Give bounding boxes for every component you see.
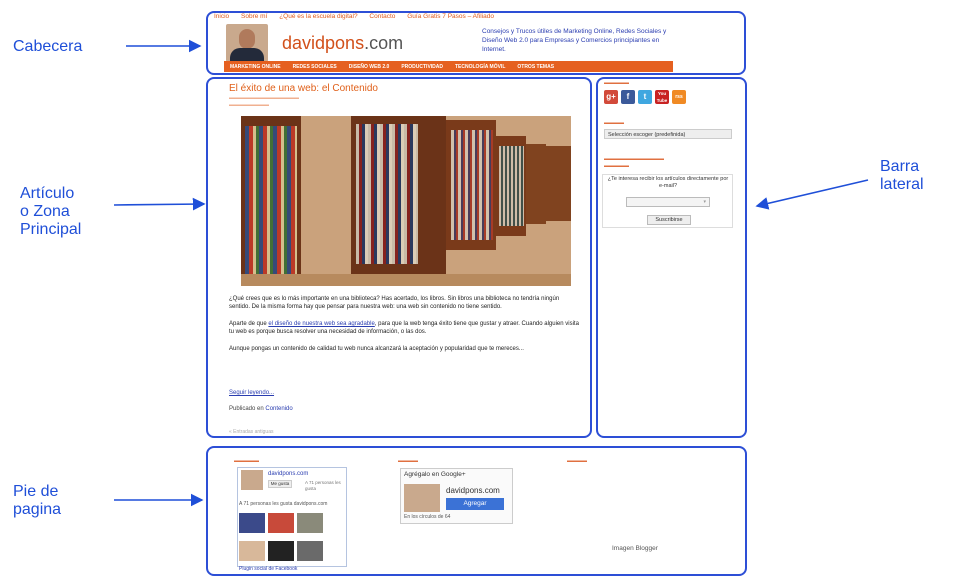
fb-fan-avatar — [268, 513, 294, 533]
site-tagline: Consejos y Trucos útiles de Marketing On… — [482, 28, 667, 53]
nav-item-contacto[interactable]: Contacto — [369, 13, 395, 20]
article-body: ¿Qué crees que es lo más importante en u… — [229, 295, 581, 362]
article-paragraph-2: Aparte de que el diseño de nuestra web s… — [229, 321, 579, 335]
fb-fan-avatar — [239, 541, 265, 561]
fb-like-count: A 71 personas les gusta — [305, 480, 341, 491]
menu-item-productividad[interactable]: PRODUCTIVIDAD — [395, 64, 449, 70]
blogger-image-label: Imagen Blogger — [612, 545, 658, 552]
inline-link[interactable]: el diseño de nuestra web sea agradable — [268, 321, 374, 327]
footer-col3-title: ▬▬▬▬ — [567, 458, 587, 464]
article-paragraph-1: ¿Qué crees que es lo más importante en u… — [229, 296, 560, 310]
youtube-icon[interactable]: You Tube — [655, 90, 669, 104]
facebook-icon[interactable]: f — [621, 90, 635, 104]
fb-plugin-label[interactable]: Plugin social de Facebook — [239, 566, 297, 572]
header-nav: Inicio Sobre mí ¿Qué es la escuela digit… — [214, 13, 504, 20]
menu-item-movil[interactable]: TECNOLOGÍA MÓVIL — [449, 64, 511, 70]
fb-page-avatar — [241, 470, 263, 490]
older-posts-link[interactable]: « Entradas antiguas — [229, 429, 273, 435]
nav-item-sobre-mi[interactable]: Sobre mí — [241, 13, 267, 20]
article-paragraph-3: Aunque pongas un contenido de calidad tu… — [229, 346, 524, 352]
fb-fan-avatar — [297, 513, 323, 533]
article-title[interactable]: El éxito de una web: el Contenido — [229, 83, 378, 94]
article-meta: ▬▬▬▬▬▬▬▬▬▬▬▬▬▬ ▬▬▬▬▬▬▬▬ — [229, 95, 299, 108]
subscribe-text: ¿Te interesa recibir los artículos direc… — [607, 176, 729, 189]
arrow-sidebar — [755, 179, 869, 210]
twitter-icon[interactable]: t — [638, 90, 652, 104]
sidebar-follow-title: ▬▬▬▬▬ — [604, 80, 629, 86]
subscribe-button[interactable]: Suscribirse — [647, 215, 691, 225]
menu-item-diseno[interactable]: DISEÑO WEB 2.0 — [343, 64, 396, 70]
fb-people-text: A 71 personas les gusta davidpons.com — [239, 501, 328, 507]
logo-suffix: .com — [364, 33, 404, 53]
gplus-name: davidpons.com — [446, 486, 500, 495]
gplus-add-button[interactable]: Agregar — [446, 498, 504, 510]
nav-item-inicio[interactable]: Inicio — [214, 13, 229, 20]
menu-item-otros[interactable]: OTROS TEMAS — [511, 64, 560, 70]
fb-page-name[interactable]: davidpons.com — [268, 471, 308, 477]
fb-fan-avatar — [239, 513, 265, 533]
menu-item-redes[interactable]: REDES SOCIALES — [287, 64, 343, 70]
sidebar-subscribe-title: ▬▬▬▬▬▬▬▬▬▬▬▬ ▬▬▬▬▬ — [604, 156, 664, 169]
gplus-circles-count: En los círculos de 64 — [404, 514, 451, 520]
read-more-link[interactable]: Seguir leyendo... — [229, 390, 274, 396]
gplus-title: Agrégalo en Google+ — [404, 471, 466, 478]
nav-item-guia[interactable]: Guía Gratis 7 Pasos – Afiliado — [407, 13, 494, 20]
fb-fan-avatar — [297, 541, 323, 561]
author-avatar — [226, 24, 268, 62]
posted-in: Publicado en Contenido — [229, 406, 293, 412]
category-link[interactable]: Contenido — [265, 406, 292, 412]
subscribe-email-field[interactable]: ▾ — [626, 197, 710, 207]
menu-item-marketing[interactable]: MARKETING ONLINE — [224, 64, 287, 70]
site-logo[interactable]: davidpons.com — [282, 33, 403, 54]
footer-col1-title: ▬▬▬▬▬ — [234, 458, 259, 464]
nav-item-escuela[interactable]: ¿Qué es la escuela digital? — [279, 13, 357, 20]
logo-prefix: davidpons — [282, 33, 365, 53]
category-select[interactable]: Selección escoger (predefinida) — [604, 129, 732, 139]
gplus-avatar — [404, 484, 440, 512]
sidebar-categories-title: ▬▬▬▬ — [604, 120, 624, 126]
arrow-article — [113, 197, 206, 211]
fb-fan-avatar — [268, 541, 294, 561]
rss-icon[interactable]: rss — [672, 90, 686, 104]
footer-col2-title: ▬▬▬▬ — [398, 458, 418, 464]
fb-like-button[interactable]: Me gusta — [268, 480, 292, 488]
library-photo — [241, 116, 571, 286]
category-menu: MARKETING ONLINE REDES SOCIALES DISEÑO W… — [224, 61, 673, 72]
google-plus-icon[interactable]: g+ — [604, 90, 618, 104]
